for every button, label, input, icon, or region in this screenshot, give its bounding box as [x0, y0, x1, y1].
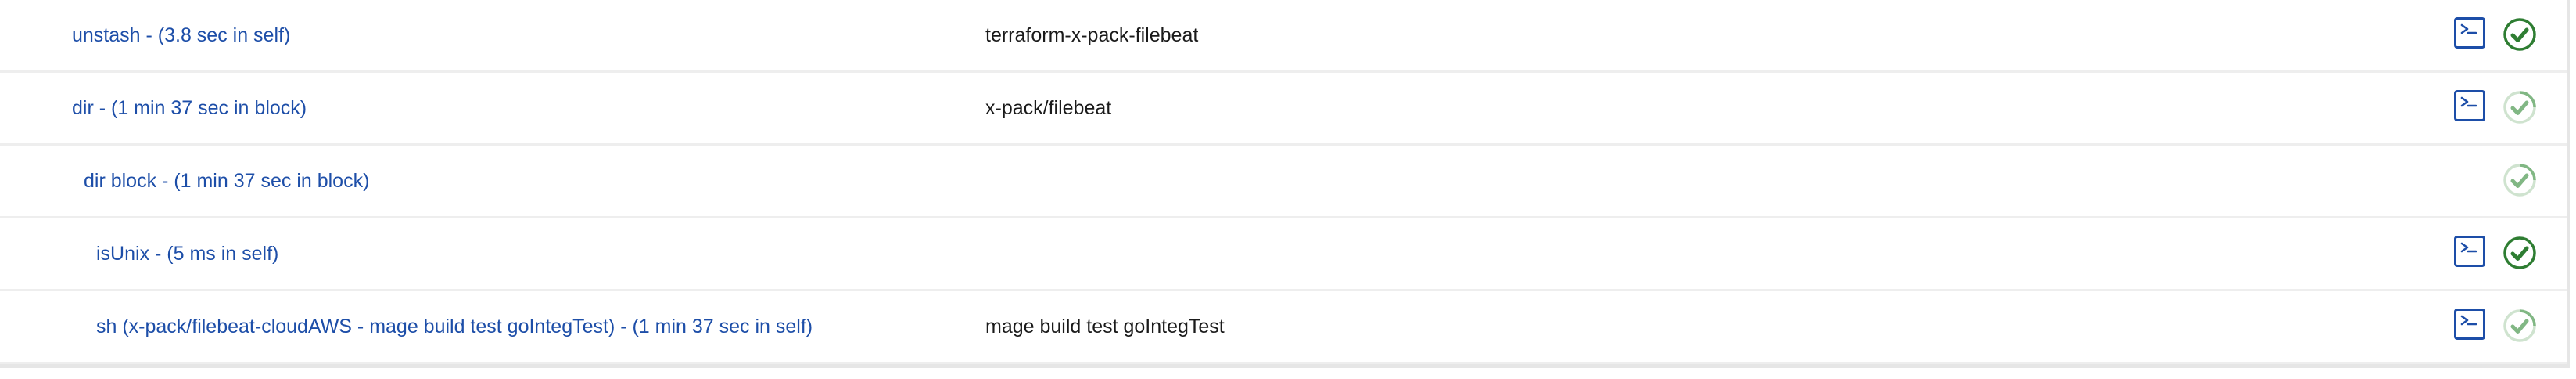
- step-row: isUnix - (5 ms in self): [0, 218, 2567, 291]
- success-check-icon: [2503, 18, 2536, 51]
- pipeline-steps-panel: unstash - (3.8 sec in self) terraform-x-…: [0, 0, 2570, 368]
- step-link[interactable]: isUnix - (5 ms in self): [96, 218, 278, 289]
- success-check-icon: [2503, 164, 2536, 197]
- step-link[interactable]: dir - (1 min 37 sec in block): [72, 73, 307, 143]
- success-check-icon: [2503, 91, 2536, 124]
- console-output-button[interactable]: [2454, 90, 2485, 121]
- terminal-icon: [2460, 242, 2477, 253]
- terminal-icon: [2460, 315, 2477, 326]
- step-row: sh (x-pack/filebeat-cloudAWS - mage buil…: [0, 291, 2567, 364]
- step-link[interactable]: dir block - (1 min 37 sec in block): [84, 146, 369, 216]
- step-row: dir block - (1 min 37 sec in block): [0, 146, 2567, 218]
- terminal-icon: [2460, 23, 2477, 34]
- step-argument: mage build test goIntegTest: [985, 316, 1225, 337]
- step-argument: x-pack/filebeat: [985, 97, 1112, 119]
- step-argument: terraform-x-pack-filebeat: [985, 24, 1199, 46]
- step-row: dir - (1 min 37 sec in block) x-pack/fil…: [0, 73, 2567, 146]
- console-output-button[interactable]: [2454, 309, 2485, 340]
- step-row: unstash - (3.8 sec in self) terraform-x-…: [0, 0, 2567, 73]
- step-link[interactable]: unstash - (3.8 sec in self): [72, 0, 290, 70]
- console-output-button[interactable]: [2454, 236, 2485, 267]
- console-output-button[interactable]: [2454, 17, 2485, 49]
- terminal-icon: [2460, 96, 2477, 107]
- step-link[interactable]: sh (x-pack/filebeat-cloudAWS - mage buil…: [96, 291, 813, 362]
- success-check-icon: [2503, 309, 2536, 342]
- success-check-icon: [2503, 236, 2536, 269]
